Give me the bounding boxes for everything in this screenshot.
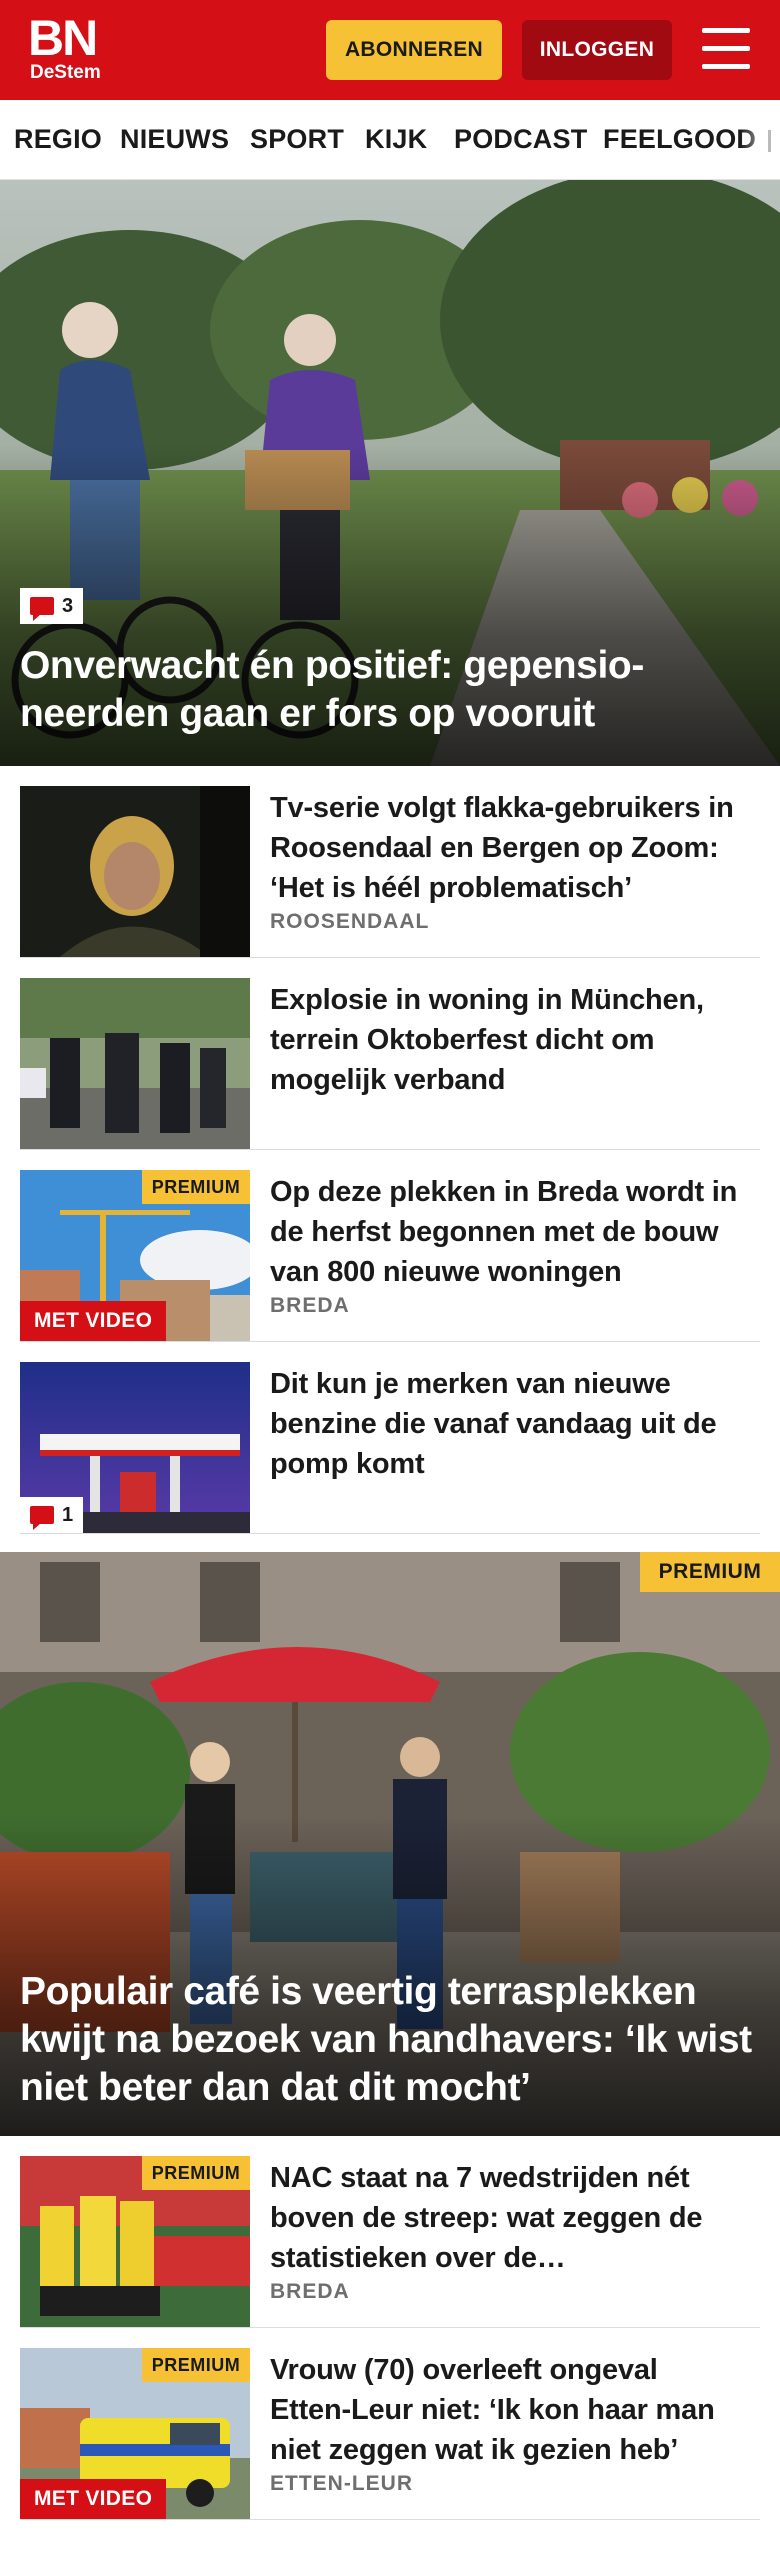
comment-icon	[30, 1506, 54, 1530]
comment-count-badge: 1	[20, 1497, 84, 1533]
nav-overflow-indicator	[768, 130, 771, 152]
menu-line	[702, 64, 750, 69]
article-item-etten-leur-accident[interactable]: PREMIUM MET VIDEO Vrouw (70) overleeft o…	[20, 2328, 760, 2520]
article-thumbnail	[20, 978, 250, 1149]
nav-item-regio[interactable]: REGIO	[14, 124, 102, 155]
hero-title[interactable]: Populair café is veertig terrasplekken k…	[20, 1968, 760, 2112]
premium-badge: PREMIUM	[640, 1552, 780, 1592]
article-item-flakka[interactable]: Tv-serie volgt flakka-gebruikers in Roos…	[20, 766, 760, 958]
article-region-label: ROOSENDAAL	[270, 910, 430, 933]
hero-article-pensioners[interactable]: 3 Onverwacht én positief: gepensio­neerd…	[0, 180, 780, 766]
article-item-petrol[interactable]: 1 Dit kun je merken van nieuwe benzine d…	[20, 1342, 760, 1534]
login-button[interactable]: INLOGGEN	[522, 20, 672, 80]
nav-item-kijk[interactable]: KIJK	[365, 124, 427, 155]
article-thumbnail	[20, 786, 250, 957]
video-badge: MET VIDEO	[20, 1301, 167, 1341]
article-region-label: ETTEN-LEUR	[270, 2472, 413, 2495]
thumbnail-image-woman-night	[20, 786, 250, 957]
comment-icon	[30, 597, 54, 621]
subscribe-button[interactable]: ABONNEREN	[326, 20, 502, 80]
article-item-breda-housing[interactable]: PREMIUM MET VIDEO Op deze plekken in Bre…	[20, 1150, 760, 1342]
nav-item-nieuws[interactable]: NIEUWS	[120, 124, 229, 155]
hamburger-menu-icon[interactable]	[700, 26, 752, 72]
hero-article-cafe-terrace[interactable]: PREMIUM Populair café is veertig terrasp…	[0, 1552, 780, 2136]
article-thumbnail: 1	[20, 1362, 250, 1533]
article-title[interactable]: Op deze plekken in Breda wordt in de her…	[270, 1172, 740, 1292]
menu-line	[702, 28, 750, 33]
comment-count: 3	[62, 594, 74, 617]
nav-fade	[740, 100, 780, 179]
article-item-nac[interactable]: PREMIUM NAC staat na 7 wedstrijden nét b…	[20, 2136, 760, 2328]
article-title[interactable]: NAC staat na 7 wedstrijden nét boven de …	[270, 2158, 740, 2278]
premium-badge: PREMIUM	[142, 2348, 250, 2382]
premium-badge: PREMIUM	[142, 2156, 250, 2190]
comment-count: 1	[62, 1503, 74, 1526]
article-thumbnail: PREMIUM	[20, 2156, 250, 2327]
menu-line	[702, 46, 750, 51]
logo-text-main: BN	[28, 10, 98, 66]
article-item-munich-explosion[interactable]: Explosie in woning in München, terrein O…	[20, 958, 760, 1150]
article-region-label: BREDA	[270, 1294, 350, 1317]
nav-item-sport[interactable]: SPORT	[250, 124, 344, 155]
article-thumbnail: PREMIUM MET VIDEO	[20, 2348, 250, 2519]
article-thumbnail: PREMIUM MET VIDEO	[20, 1170, 250, 1341]
article-region-label: BREDA	[270, 2280, 350, 2303]
thumbnail-image-police	[20, 978, 250, 1149]
hero-title[interactable]: Onverwacht én positief: gepensio­neerden…	[20, 642, 760, 738]
article-title[interactable]: Vrouw (70) overleeft ongeval Etten-Leur …	[270, 2350, 740, 2470]
article-title[interactable]: Dit kun je merken van nieuwe benzine die…	[270, 1364, 740, 1484]
comment-count-badge: 3	[20, 588, 84, 624]
section-nav: REGIO NIEUWS SPORT KIJK PODCAST FEELGOOD	[0, 100, 780, 180]
article-title[interactable]: Tv-serie volgt flakka-gebruikers in Roos…	[270, 788, 740, 908]
premium-badge: PREMIUM	[142, 1170, 250, 1204]
logo-text-sub: DeStem	[30, 62, 101, 83]
video-badge: MET VIDEO	[20, 2479, 167, 2519]
bn-destem-logo[interactable]: BN DeStem	[28, 10, 116, 90]
nav-item-podcast[interactable]: PODCAST	[454, 124, 587, 155]
site-header: BN DeStem ABONNEREN INLOGGEN	[0, 0, 780, 100]
article-title[interactable]: Explosie in woning in München, terrein O…	[270, 980, 740, 1100]
nav-item-feelgood[interactable]: FEELGOOD	[603, 124, 756, 155]
